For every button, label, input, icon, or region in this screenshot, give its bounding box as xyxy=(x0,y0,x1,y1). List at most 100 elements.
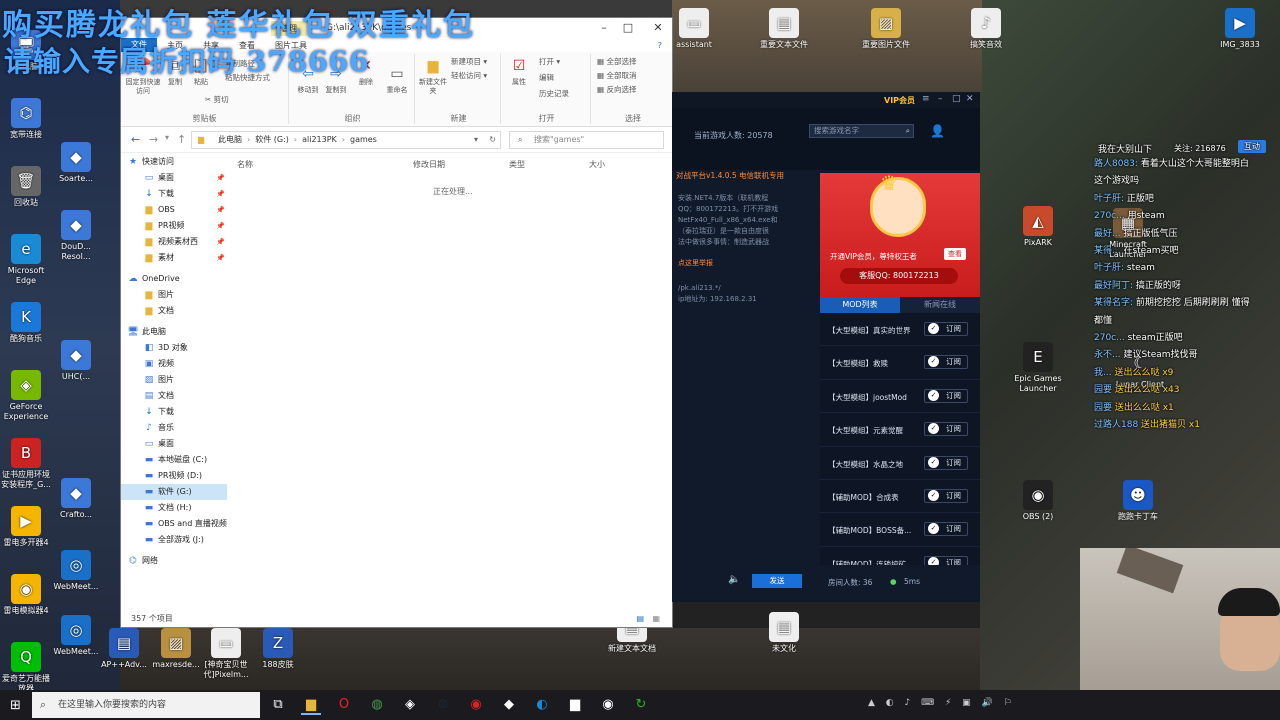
nav-item[interactable]: ▆ 图片 xyxy=(121,287,227,303)
minimize-button[interactable]: – xyxy=(594,21,614,35)
subscribe-button[interactable]: 订阅 xyxy=(924,488,968,503)
chat-username[interactable]: 路人8083: xyxy=(1094,159,1141,169)
new-item-button[interactable]: 新建项目 ▾ xyxy=(451,56,487,67)
desktop-shortcut[interactable]: ◆ Soarte... xyxy=(50,142,102,184)
forward-arrow-icon[interactable]: → xyxy=(149,133,158,146)
menu-icon[interactable]: ≡ xyxy=(922,94,930,104)
column-type[interactable]: 类型 xyxy=(509,159,525,170)
large-icons-view-icon[interactable]: ▦ xyxy=(652,611,660,627)
pin-icon[interactable]: 📌 xyxy=(216,234,225,250)
address-bar[interactable]: ▆ 此电脑 › 软件 (G:) › ali213PK › games ▾ ↻ xyxy=(191,131,501,149)
nav-item[interactable]: ↓ 下载 xyxy=(121,404,227,420)
nav-item[interactable]: ▆ OBS 📌 xyxy=(121,202,227,218)
speaker-icon[interactable]: 🔈 xyxy=(728,574,740,585)
netease-icon[interactable]: ◉ xyxy=(466,695,486,715)
nav-item[interactable]: ▆ 素材 📌 xyxy=(121,250,227,266)
history-button[interactable]: 历史记录 xyxy=(539,88,569,99)
desktop-shortcut[interactable]: ◎ WebMeet... xyxy=(50,550,102,592)
desktop-shortcut[interactable]: ◉ 雷电模拟器4 xyxy=(0,574,52,616)
subscribe-button[interactable]: 订阅 xyxy=(924,522,968,537)
subscribe-button[interactable]: 订阅 xyxy=(924,388,968,403)
desktop-shortcut[interactable]: ◆ UHC(... xyxy=(50,340,102,382)
chat-username[interactable]: 我... xyxy=(1094,368,1114,378)
chat-username[interactable]: 最好... xyxy=(1094,229,1123,239)
interact-button[interactable]: 互动 xyxy=(1238,140,1266,153)
desktop-shortcut[interactable]: ◈ GeForce Experience xyxy=(0,370,52,422)
desktop-shortcut[interactable]: Q 爱奇艺万能播放器 xyxy=(0,642,52,694)
vip-ad-banner[interactable]: ♛ 开通VIP会员，尊特权王者 查看 客服QQ: 800172213 xyxy=(820,171,980,297)
navigation-pane[interactable]: ★ 快速访问 ▭ 桌面 📌 ↓ 下载 📌 ▆ OBS 📌 ▆ PR视频 📌 ▆ 视频素材西 📌 ▆ 素材 📌 ☁ OneD… xyxy=(121,154,227,614)
desktop-shortcut[interactable]: ▨ maxresde... xyxy=(150,628,202,670)
game-icon[interactable]: ◈ xyxy=(400,695,420,715)
vip-label[interactable]: VIP会员 xyxy=(884,95,915,106)
desktop-shortcut[interactable]: ◭ PixARK xyxy=(1012,206,1064,248)
close-button[interactable]: ✕ xyxy=(648,21,668,35)
desktop-shortcut[interactable]: ▭ [神奇宝贝世代]Pixelm... xyxy=(200,628,252,680)
folder-icon[interactable]: ▆ xyxy=(565,695,585,715)
nav-item[interactable]: ▬ PR视频 (D:) xyxy=(121,468,227,484)
pin-icon[interactable]: 📌 xyxy=(216,218,225,234)
subscribe-button[interactable]: 订阅 xyxy=(924,555,968,565)
nav-item[interactable]: ▬ 软件 (G:) xyxy=(121,484,227,500)
subscribe-button[interactable]: 订阅 xyxy=(924,422,968,437)
recent-dropdown-icon[interactable]: ▾ xyxy=(165,133,169,142)
desktop-shortcut[interactable]: ◉ OBS (2) xyxy=(1012,480,1064,522)
nav-item[interactable]: ▬ 本地磁盘 (C:) xyxy=(121,452,227,468)
desktop-shortcut[interactable]: ▶ 雷电多开器4 xyxy=(0,506,52,548)
desktop-shortcut[interactable]: ▭ assistant xyxy=(668,8,720,50)
maximize-button[interactable]: □ xyxy=(618,21,638,35)
windows-start-icon[interactable]: ⊞ xyxy=(10,698,21,713)
new-folder-button[interactable]: ▆ 新建文件夹 xyxy=(419,56,447,96)
send-button[interactable]: 发送 xyxy=(752,574,802,588)
nav-item[interactable]: ⌬ 网络 xyxy=(121,553,227,569)
pin-icon[interactable]: 📌 xyxy=(216,170,225,186)
chat-username[interactable]: 永不... xyxy=(1094,350,1123,360)
taskbar-search-input[interactable]: ⌕ 在这里输入你要搜索的内容 xyxy=(32,692,260,718)
desktop-shortcut[interactable]: ▤ 未文化 xyxy=(758,612,810,654)
app-icon[interactable]: ◆ xyxy=(499,695,519,715)
nav-item[interactable]: ▬ OBS and 直播视频 xyxy=(121,516,227,532)
chat-username[interactable]: 叶子肝: xyxy=(1094,194,1127,204)
column-name[interactable]: 名称 xyxy=(237,159,253,170)
help-icon[interactable]: ? xyxy=(648,41,672,50)
nav-item[interactable]: ▬ 全部游戏 (J:) xyxy=(121,532,227,548)
nav-item[interactable]: ▭ 桌面 📌 xyxy=(121,170,227,186)
desktop-shortcut[interactable]: e Microsoft Edge xyxy=(0,234,52,286)
search-input[interactable]: ⌕ 搜索"games" xyxy=(509,131,664,149)
nav-item[interactable]: ▆ 视频素材西 📌 xyxy=(121,234,227,250)
nav-item[interactable]: ☁ OneDrive xyxy=(121,271,227,287)
chat-username[interactable]: 最好阿丁: xyxy=(1094,281,1136,291)
tab-mod-list[interactable]: MOD列表 xyxy=(820,297,900,313)
pin-icon[interactable]: 📌 xyxy=(216,202,225,218)
subscribe-button[interactable]: 订阅 xyxy=(924,355,968,370)
nav-item[interactable]: ▭ 桌面 xyxy=(121,436,227,452)
nav-item[interactable]: ↓ 下载 📌 xyxy=(121,186,227,202)
qq-icon[interactable]: ◐ xyxy=(532,695,552,715)
up-arrow-icon[interactable]: ↑ xyxy=(177,133,186,146)
file-explorer-window[interactable]: 管理 G:\ali213PK\games – □ ✕ 文件 主页 共享 查看 图… xyxy=(120,17,673,628)
cut-button[interactable]: ✂ 剪切 xyxy=(205,94,229,105)
tab-news[interactable]: 新闻在线 xyxy=(900,297,980,313)
desktop-shortcut[interactable]: ◆ DouD... Resol... xyxy=(50,210,102,262)
details-view-icon[interactable]: ▤ xyxy=(636,611,644,627)
edit-button[interactable]: 编辑 xyxy=(539,72,554,83)
nav-item[interactable]: ▤ 文档 xyxy=(121,388,227,404)
desktop-shortcut[interactable]: K 酷狗音乐 xyxy=(0,302,52,344)
steam-icon[interactable]: ⊛ xyxy=(433,695,453,715)
file-explorer-icon[interactable]: ▆ xyxy=(301,695,321,715)
maximize-icon[interactable]: □ xyxy=(952,94,961,104)
nav-item[interactable]: ◧ 3D 对象 xyxy=(121,340,227,356)
chat-username[interactable]: 某得名字: xyxy=(1094,298,1136,308)
back-arrow-icon[interactable]: ← xyxy=(131,133,140,146)
chat-username[interactable]: 270c... xyxy=(1094,333,1128,343)
system-tray[interactable]: ▲ ◐ ♪ ⌨ ⚡ ▣ 🔊 ⚐ xyxy=(868,698,1016,708)
refresh-icon[interactable]: ↻ xyxy=(489,132,496,148)
nav-item[interactable]: ▣ 视频 xyxy=(121,356,227,372)
refresh-icon[interactable]: ↻ xyxy=(631,695,651,715)
report-link[interactable]: 点这里举报 xyxy=(672,258,820,269)
nav-item[interactable]: ♪ 音乐 xyxy=(121,420,227,436)
task-view-icon[interactable]: ⧉ xyxy=(268,695,288,715)
chat-username[interactable]: 某得... xyxy=(1094,246,1123,256)
desktop-shortcut[interactable]: ⌬ 宽带连接 xyxy=(0,98,52,140)
file-list[interactable]: 名称 修改日期 类型 大小 正在处理... xyxy=(229,154,672,614)
